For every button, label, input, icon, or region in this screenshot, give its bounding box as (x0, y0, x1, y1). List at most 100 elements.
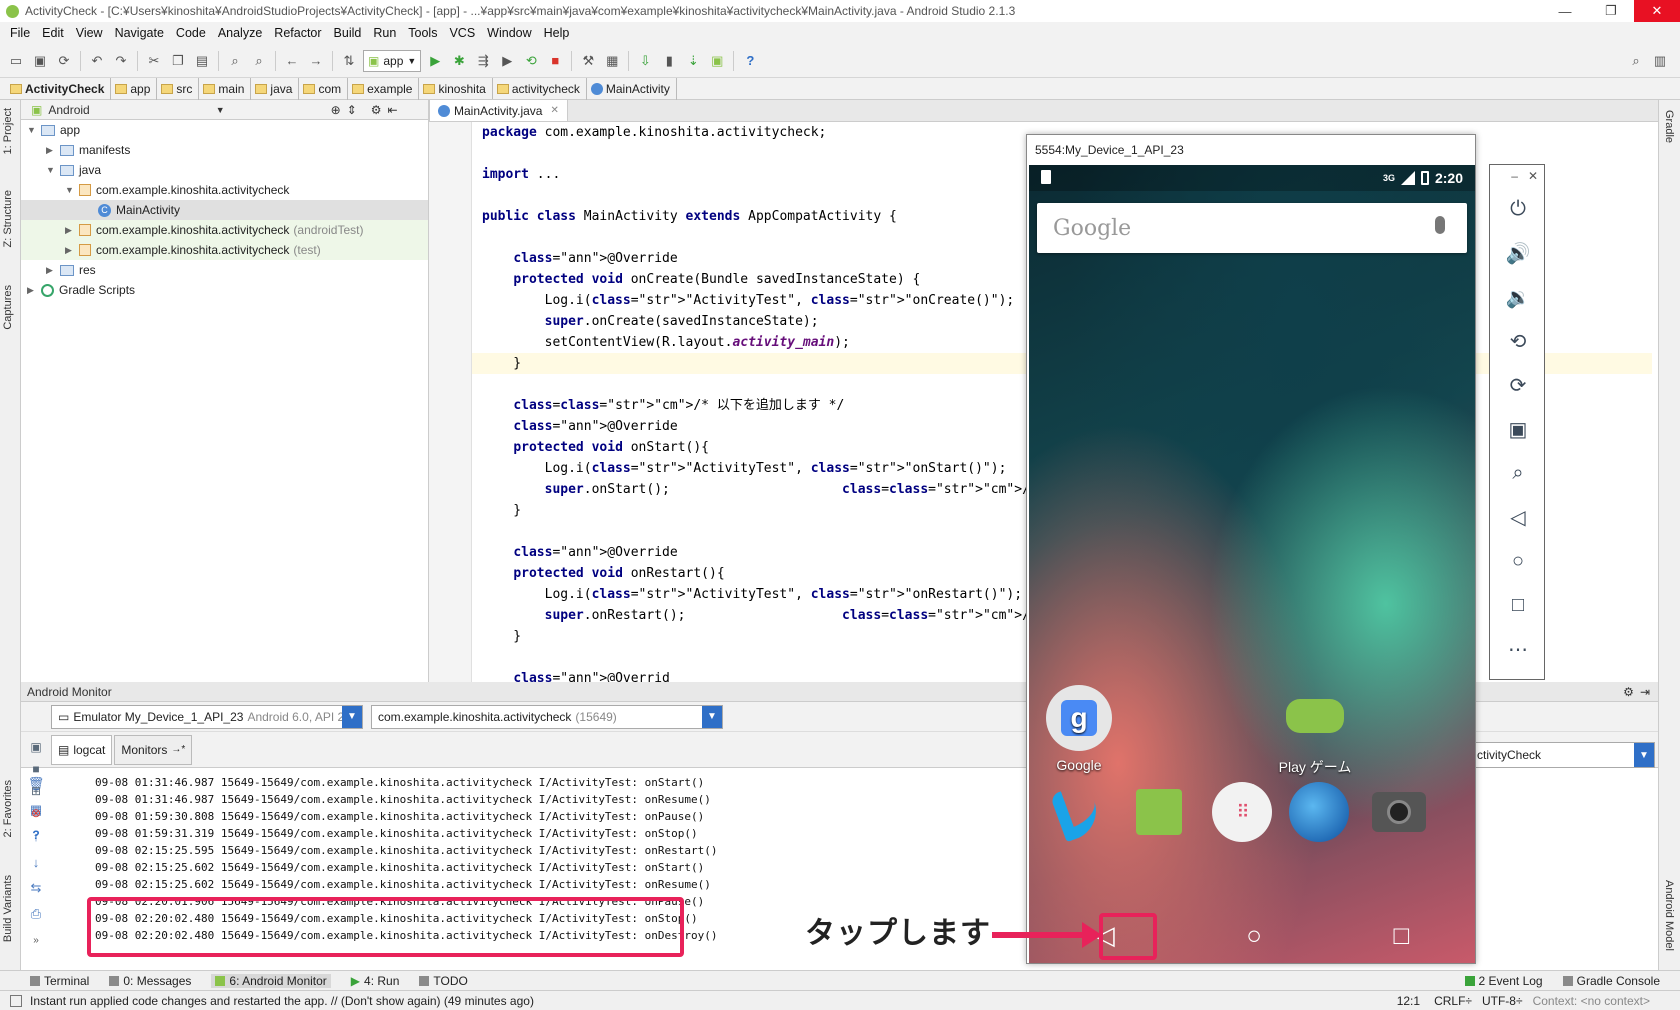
tab-gradle-console[interactable]: Gradle Console (1562, 974, 1660, 988)
more-icon[interactable]: » (26, 930, 46, 950)
layout-icon[interactable]: ▥ (1650, 51, 1670, 71)
breadcrumb-item-com[interactable]: com (299, 77, 349, 100)
project-tree-item[interactable]: ▶ Gradle Scripts (21, 280, 428, 300)
breadcrumb-item-example[interactable]: example (348, 77, 420, 100)
tab-project[interactable]: 1: Project (2, 108, 14, 154)
close-button[interactable]: ✕ (1634, 0, 1680, 22)
avd-manager-icon[interactable]: ▮ (659, 51, 679, 71)
help-icon[interactable]: ? (24, 828, 48, 850)
chevron-down-icon[interactable]: ▼ (216, 105, 225, 115)
menu-run[interactable]: Run (367, 26, 402, 40)
zoom-icon[interactable]: ⌕ (1490, 451, 1546, 495)
print-icon[interactable]: ⎙ (26, 904, 46, 924)
project-tree-item[interactable]: ▶ manifests (21, 140, 428, 160)
line-separator[interactable]: CRLF÷ (1434, 994, 1472, 1008)
menu-vcs[interactable]: VCS (443, 26, 481, 40)
tab-android-monitor[interactable]: 6: Android Monitor (211, 973, 331, 988)
forward-icon[interactable]: → (306, 51, 326, 71)
rotate-left-icon[interactable]: ⟲ (1490, 319, 1546, 363)
tab-captures[interactable]: Captures (2, 285, 14, 330)
breadcrumb-item-main[interactable]: main (199, 77, 252, 100)
tab-run[interactable]: ▶ 4: Run (351, 974, 400, 988)
rotate-right-icon[interactable]: ⟳ (1490, 363, 1546, 407)
chevron-icon[interactable]: ▼ (65, 185, 75, 195)
breadcrumb-item-activitycheck[interactable]: ActivityCheck (6, 77, 112, 100)
device-select[interactable]: ▭ Emulator My_Device_1_API_23 Android 6.… (51, 704, 363, 729)
emulator-screen[interactable]: 3G 2:20 Google g Google Play ゲーム ⠿ ◁ ○ □ (1029, 165, 1475, 963)
back-icon[interactable]: ← (282, 51, 302, 71)
logcat-filter-select[interactable]: ctivityCheck ▼ (1470, 742, 1655, 768)
project-view-select[interactable]: Android (48, 103, 89, 117)
emulator-minimize-button[interactable]: – (1511, 169, 1518, 183)
close-icon[interactable]: ✕ (550, 105, 558, 116)
project-structure-icon[interactable]: ⚒ (578, 51, 598, 71)
tab-messages[interactable]: 0: Messages (109, 974, 191, 988)
restore-button[interactable]: ❐ (1588, 0, 1634, 22)
messaging-icon[interactable] (1129, 782, 1189, 842)
tab-structure[interactable]: Z: Structure (2, 190, 14, 247)
run-icon[interactable]: ▶ (425, 51, 445, 71)
run-coverage-icon[interactable]: ▶ (497, 51, 517, 71)
volume-up-icon[interactable]: 🔊 (1490, 231, 1546, 275)
tab-favorites[interactable]: 2: Favorites (2, 780, 14, 837)
breadcrumb-item-kinoshita[interactable]: kinoshita (419, 77, 493, 100)
menu-file[interactable]: File (4, 26, 36, 40)
project-tree-item[interactable]: ▼ com.example.kinoshita.activitycheck (21, 180, 428, 200)
app-play-games[interactable]: Play ゲーム (1265, 685, 1365, 777)
google-search-bar[interactable]: Google (1037, 203, 1467, 253)
menu-view[interactable]: View (70, 26, 109, 40)
more-icon[interactable]: ⋯ (1490, 627, 1546, 671)
replace-icon[interactable]: ⌕ (249, 51, 269, 71)
record-icon[interactable]: ■ (24, 762, 48, 784)
redo-icon[interactable]: ↷ (111, 51, 131, 71)
terminate-icon[interactable]: ⊗ (24, 806, 48, 828)
screenshot-icon[interactable]: ▣ (24, 740, 48, 762)
tab-android-model[interactable]: Android Model (1663, 880, 1675, 951)
make-project-icon[interactable]: ⇅ (339, 51, 359, 71)
search-everywhere-icon[interactable]: ⌕ (1626, 51, 1646, 71)
open-folder-icon[interactable]: ▭ (6, 51, 26, 71)
save-all-icon[interactable]: ▣ (30, 51, 50, 71)
caret-position[interactable]: 12:1 (1397, 994, 1420, 1008)
status-message[interactable]: Instant run applied code changes and res… (30, 994, 534, 1008)
screenshot-icon[interactable]: ▣ (1490, 407, 1546, 451)
attach-debugger-icon[interactable]: ⇶ (473, 51, 493, 71)
tab-todo[interactable]: TODO (419, 974, 468, 988)
app-google[interactable]: g Google (1029, 685, 1129, 773)
back-icon[interactable]: ◁ (1490, 495, 1546, 539)
hide-panel-icon[interactable]: ⇤ (388, 103, 398, 117)
run-config-select[interactable]: ▣ app ▼ (363, 49, 422, 72)
status-toggle-icon[interactable] (10, 994, 22, 1007)
settings-icon[interactable]: ▦ (602, 51, 622, 71)
help-icon[interactable]: ? (740, 51, 760, 71)
minimize-button[interactable]: — (1542, 0, 1588, 22)
menu-refactor[interactable]: Refactor (268, 26, 327, 40)
tab-logcat[interactable]: ▤ logcat (51, 734, 113, 765)
undo-icon[interactable]: ↶ (87, 51, 107, 71)
find-icon[interactable]: ⌕ (225, 51, 245, 71)
overview-icon[interactable]: □ (1490, 583, 1546, 627)
gear-icon[interactable]: ⚙ (1623, 685, 1634, 699)
camera-icon[interactable] (1369, 782, 1429, 842)
gear-icon[interactable]: ⚙ (371, 103, 382, 117)
process-select[interactable]: com.example.kinoshita.activitycheck (156… (371, 704, 723, 729)
emulator-close-button[interactable]: ✕ (1528, 169, 1538, 183)
home-icon[interactable]: ○ (1490, 539, 1546, 583)
apply-changes-icon[interactable]: ⟲ (521, 51, 541, 71)
menu-build[interactable]: Build (328, 26, 368, 40)
sync-icon[interactable]: ⟳ (54, 51, 74, 71)
sdk-manager-icon[interactable]: ⇣ (683, 51, 703, 71)
menu-code[interactable]: Code (170, 26, 212, 40)
cut-icon[interactable]: ✂ (144, 51, 164, 71)
debug-icon[interactable]: ✱ (449, 51, 469, 71)
stop-icon[interactable]: ■ (545, 51, 565, 71)
menu-analyze[interactable]: Analyze (212, 26, 268, 40)
power-icon[interactable]: ⏻ (1490, 187, 1546, 231)
collapse-all-icon[interactable]: ⇕ (347, 103, 357, 117)
breadcrumb-item-activitycheck-pkg[interactable]: activitycheck (493, 77, 587, 100)
tab-mainactivity-java[interactable]: MainActivity.java ✕ (429, 99, 568, 121)
project-tree-item[interactable]: ▶ com.example.kinoshita.activitycheck (tes… (21, 240, 428, 260)
chevron-icon[interactable]: ▼ (46, 165, 56, 175)
project-tree-item[interactable]: C MainActivity (21, 200, 428, 220)
project-tree-item[interactable]: ▶ com.example.kinoshita.activitycheck (and… (21, 220, 428, 240)
